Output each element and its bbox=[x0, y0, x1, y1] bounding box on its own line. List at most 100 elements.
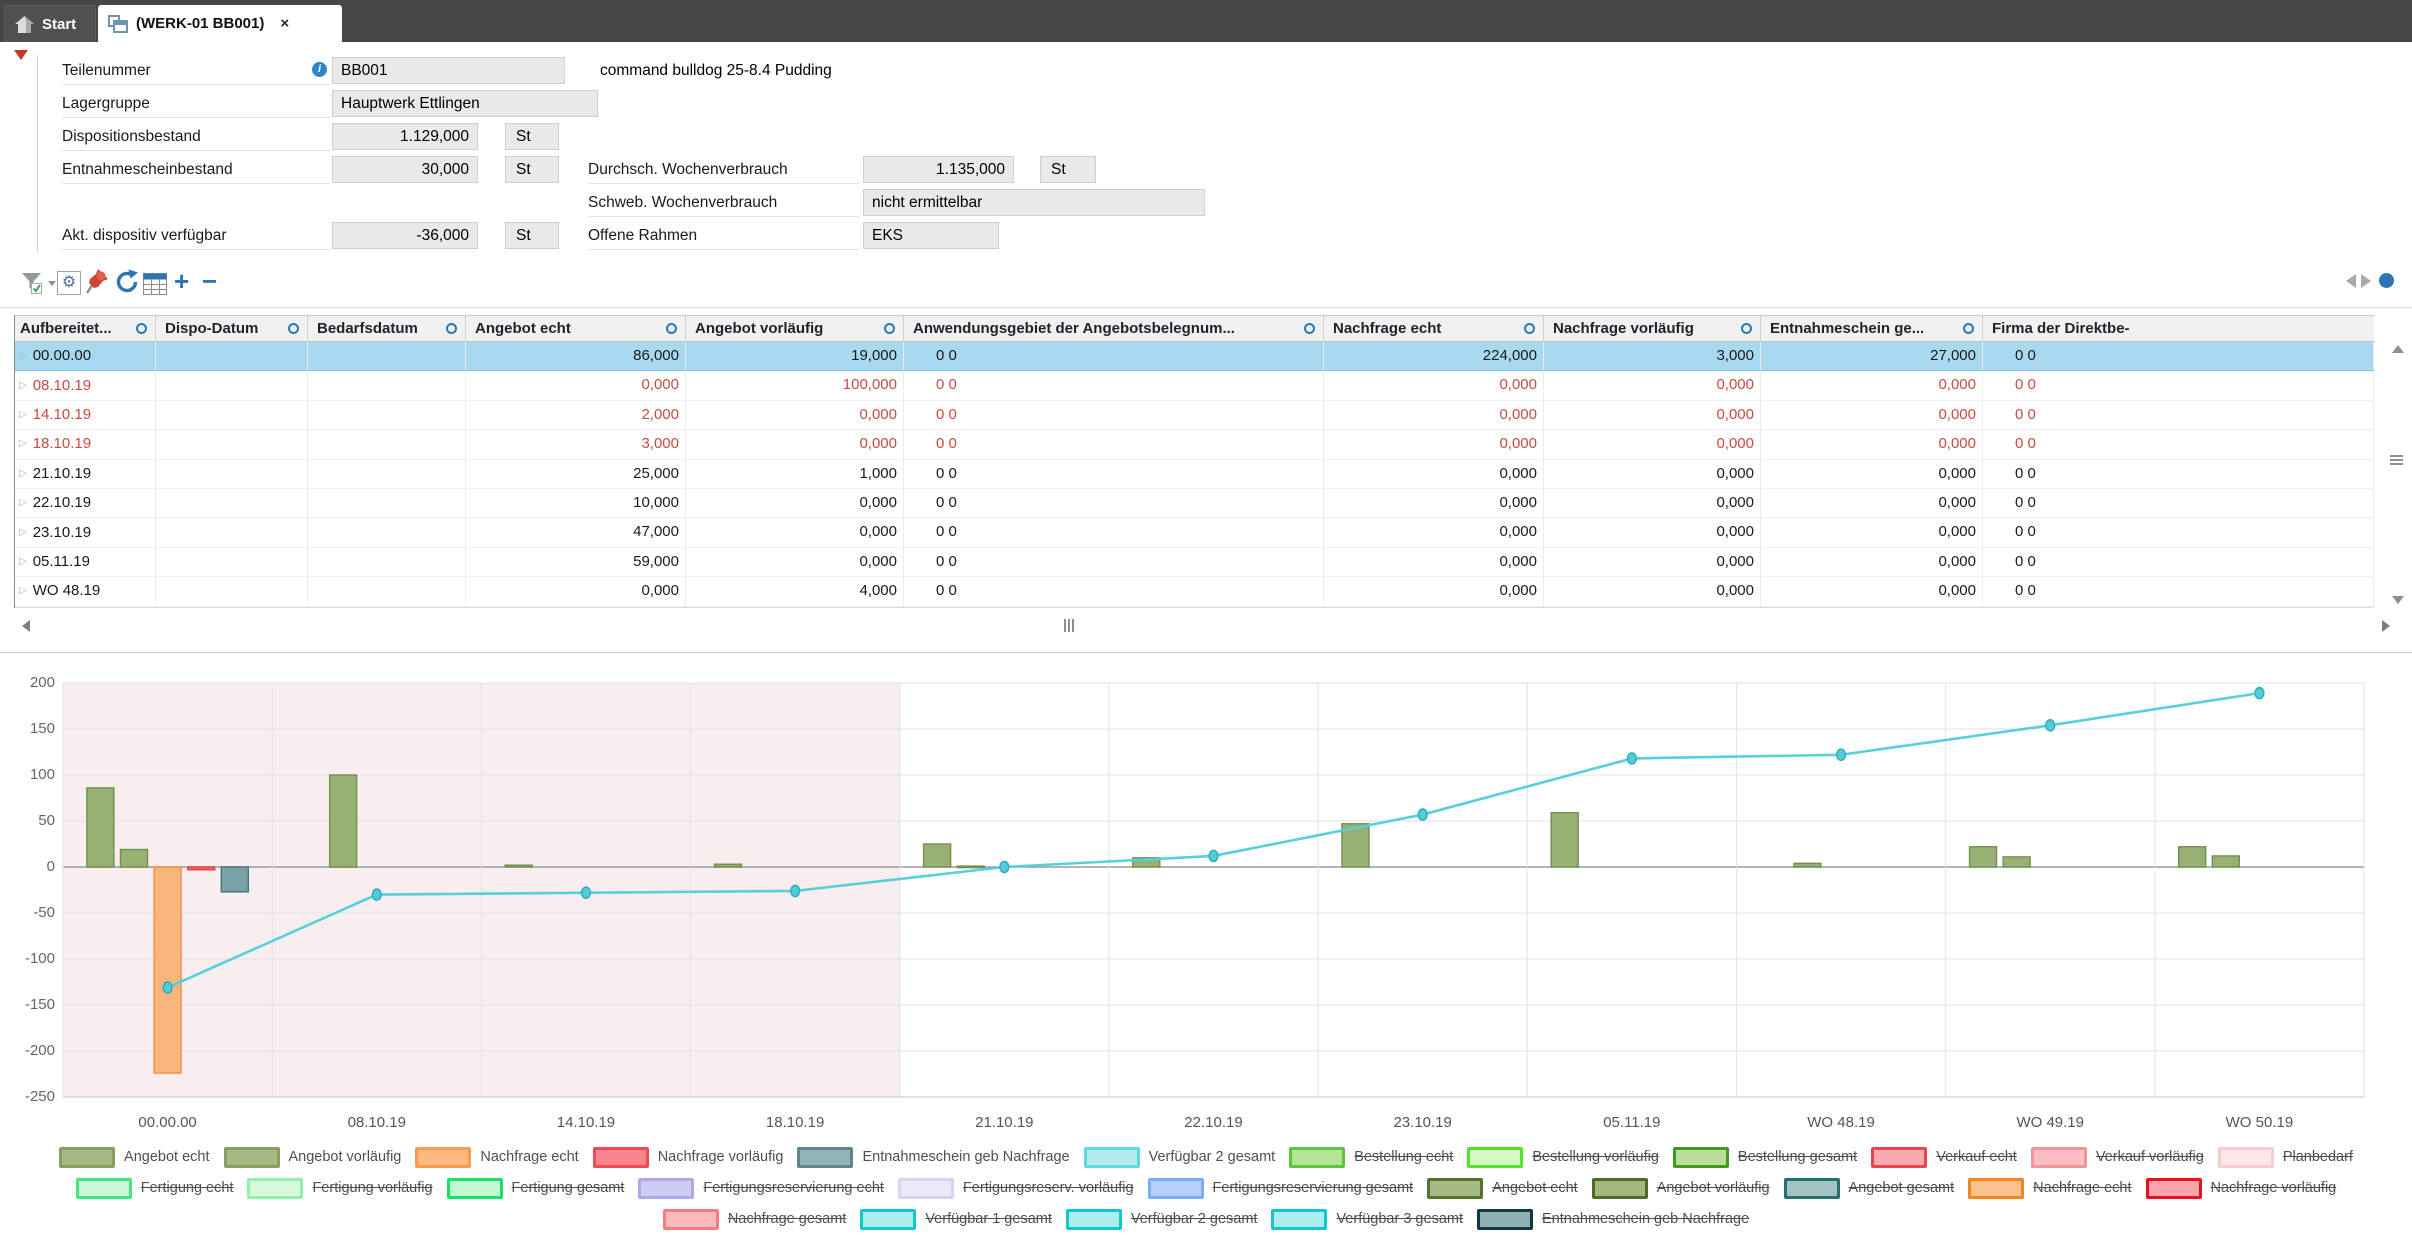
legend-item-fertigungsreservierung-echt[interactable]: Fertigungsreservierung echt bbox=[638, 1178, 884, 1199]
legend-item-entnahmeschein-geb-nachfrage[interactable]: Entnahmeschein geb Nachfrage bbox=[797, 1147, 1069, 1168]
column-header-firma-der-direktbe[interactable]: Firma der Direktbe- bbox=[1983, 316, 2374, 341]
pager-dot-icon[interactable] bbox=[2379, 273, 2394, 288]
pager-right-icon[interactable] bbox=[2361, 274, 2371, 288]
panel-splitter[interactable] bbox=[0, 652, 2412, 663]
column-filter-icon[interactable] bbox=[446, 323, 457, 334]
add-row-button[interactable]: + bbox=[174, 268, 189, 294]
table-row[interactable]: ▷18.10.193,0000,0000 00,0000,0000,0000 0 bbox=[15, 430, 2374, 459]
filter-button[interactable] bbox=[20, 270, 56, 296]
vertical-scrollbar-grip[interactable] bbox=[2390, 455, 2403, 465]
column-header-angebot-echt[interactable]: Angebot echt bbox=[466, 316, 686, 341]
row-expander-icon[interactable]: ▷ bbox=[19, 548, 27, 576]
lagergruppe-input[interactable]: Hauptwerk Ettlingen bbox=[332, 90, 598, 117]
pager-left-icon[interactable] bbox=[2346, 274, 2356, 288]
line-point[interactable] bbox=[1418, 809, 1427, 820]
table-row[interactable]: ▷21.10.1925,0001,0000 00,0000,0000,0000 … bbox=[15, 460, 2374, 489]
legend-item-angebot-echt[interactable]: Angebot echt bbox=[59, 1147, 209, 1168]
legend-item-nachfrage-vorlaeufig[interactable]: Nachfrage vorläufig bbox=[2146, 1178, 2337, 1199]
bar-angebot-echt[interactable] bbox=[2179, 847, 2206, 867]
legend-item-verfuegbar-1-gesamt[interactable]: Verfügbar 1 gesamt bbox=[860, 1209, 1052, 1230]
table-row[interactable]: ▷00.00.0086,00019,0000 0224,0003,00027,0… bbox=[15, 342, 2374, 371]
table-row[interactable]: ▷23.10.1947,0000,0000 00,0000,0000,0000 … bbox=[15, 518, 2374, 547]
table-row[interactable]: ▷22.10.1910,0000,0000 00,0000,0000,0000 … bbox=[15, 489, 2374, 518]
table-row[interactable]: ▷14.10.192,0000,0000 00,0000,0000,0000 0 bbox=[15, 401, 2374, 430]
legend-item-verkauf-echt[interactable]: Verkauf echt bbox=[1871, 1147, 2017, 1168]
settings-button[interactable]: ⚙ bbox=[57, 271, 81, 295]
table-row[interactable]: ▷WO 48.190,0004,0000 00,0000,0000,0000 0 bbox=[15, 577, 2374, 606]
offene-rahmen-input[interactable]: EKS bbox=[863, 222, 999, 249]
bar-angebot-echt[interactable] bbox=[87, 788, 114, 867]
column-filter-icon[interactable] bbox=[1963, 323, 1974, 334]
remove-row-button[interactable]: − bbox=[202, 268, 217, 294]
row-expander-icon[interactable]: ▷ bbox=[19, 489, 27, 517]
legend-item-fertigungsreserv-vorlaeufig[interactable]: Fertigungsreserv. vorläufig bbox=[898, 1178, 1134, 1199]
column-filter-icon[interactable] bbox=[884, 323, 895, 334]
column-filter-icon[interactable] bbox=[666, 323, 677, 334]
bar-angebot-vorlaeufig[interactable] bbox=[330, 775, 357, 867]
refresh-button[interactable] bbox=[114, 269, 140, 295]
table-view-button[interactable] bbox=[143, 271, 167, 297]
legend-item-angebot-gesamt[interactable]: Angebot gesamt bbox=[1784, 1178, 1955, 1199]
legend-item-angebot-vorlaeufig[interactable]: Angebot vorläufig bbox=[224, 1147, 402, 1168]
line-point[interactable] bbox=[1627, 753, 1636, 764]
column-filter-icon[interactable] bbox=[1741, 323, 1752, 334]
legend-item-verkauf-vorlaeufig[interactable]: Verkauf vorläufig bbox=[2031, 1147, 2204, 1168]
row-expander-icon[interactable]: ▷ bbox=[19, 519, 27, 547]
column-header-anwendungsgebiet-der-angebotsbelegnum[interactable]: Anwendungsgebiet der Angebotsbelegnum... bbox=[904, 316, 1324, 341]
bar-angebot-echt[interactable] bbox=[1970, 847, 1997, 867]
line-point[interactable] bbox=[2255, 688, 2264, 699]
legend-item-nachfrage-echt[interactable]: Nachfrage echt bbox=[415, 1147, 578, 1168]
bar-nachfrage-vorlaeufig[interactable] bbox=[188, 867, 215, 870]
column-header-nachfrage-echt[interactable]: Nachfrage echt bbox=[1324, 316, 1544, 341]
legend-item-bestellung-vorlaeufig[interactable]: Bestellung vorläufig bbox=[1467, 1147, 1659, 1168]
collapse-marker-icon[interactable] bbox=[14, 50, 28, 60]
legend-item-nachfrage-gesamt[interactable]: Nachfrage gesamt bbox=[663, 1209, 846, 1230]
bar-angebot-echt[interactable] bbox=[505, 865, 532, 867]
teilenummer-input[interactable]: BB001 bbox=[332, 57, 565, 84]
legend-item-angebot-vorlaeufig[interactable]: Angebot vorläufig bbox=[1592, 1178, 1770, 1199]
line-point[interactable] bbox=[372, 889, 381, 900]
scroll-right-icon[interactable] bbox=[2382, 620, 2390, 632]
bar-entnahmeschein-geb-nachfrage[interactable] bbox=[221, 867, 248, 892]
tab-start[interactable]: Start bbox=[4, 5, 96, 42]
bar-angebot-echt[interactable] bbox=[1551, 813, 1578, 867]
row-expander-icon[interactable]: ▷ bbox=[19, 372, 27, 400]
legend-item-verfuegbar-2-gesamt[interactable]: Verfügbar 2 gesamt bbox=[1066, 1209, 1258, 1230]
legend-item-bestellung-gesamt[interactable]: Bestellung gesamt bbox=[1673, 1147, 1857, 1168]
row-expander-icon[interactable]: ▷ bbox=[19, 577, 27, 605]
line-point[interactable] bbox=[1837, 749, 1846, 760]
horizontal-scrollbar-grip[interactable] bbox=[1064, 619, 1074, 632]
bar-angebot-vorlaeufig[interactable] bbox=[120, 850, 147, 867]
bar-angebot-vorlaeufig[interactable] bbox=[1794, 863, 1821, 867]
column-header-dispo-datum[interactable]: Dispo-Datum bbox=[156, 316, 308, 341]
scroll-down-icon[interactable] bbox=[2392, 596, 2404, 604]
info-icon[interactable]: i bbox=[312, 62, 327, 77]
row-expander-icon[interactable]: ▷ bbox=[19, 460, 27, 488]
line-point[interactable] bbox=[582, 887, 591, 898]
line-point[interactable] bbox=[2046, 720, 2055, 731]
column-filter-icon[interactable] bbox=[1304, 323, 1315, 334]
legend-item-fertigung-echt[interactable]: Fertigung echt bbox=[76, 1178, 234, 1199]
bar-angebot-vorlaeufig[interactable] bbox=[2003, 857, 2030, 867]
scroll-up-icon[interactable] bbox=[2392, 345, 2404, 353]
column-filter-icon[interactable] bbox=[288, 323, 299, 334]
line-point[interactable] bbox=[163, 982, 172, 993]
durchsch-wochenverbrauch-input[interactable]: 1.135,000 bbox=[863, 156, 1014, 183]
line-point[interactable] bbox=[791, 885, 800, 896]
column-header-entnahmeschein-ge[interactable]: Entnahmeschein ge... bbox=[1761, 316, 1983, 341]
scroll-left-icon[interactable] bbox=[22, 620, 30, 632]
row-expander-icon[interactable]: ▷ bbox=[19, 401, 27, 429]
legend-item-entnahmeschein-geb-nachfrage[interactable]: Entnahmeschein geb Nachfrage bbox=[1477, 1209, 1749, 1230]
dispositionsbestand-input[interactable]: 1.129,000 bbox=[332, 123, 478, 150]
column-header-angebot-vorlaeufig[interactable]: Angebot vorläufig bbox=[686, 316, 904, 341]
column-header-nachfrage-vorlaeufig[interactable]: Nachfrage vorläufig bbox=[1544, 316, 1761, 341]
column-header-bedarfsdatum[interactable]: Bedarfsdatum bbox=[308, 316, 466, 341]
entnahmescheinbestand-input[interactable]: 30,000 bbox=[332, 156, 478, 183]
legend-item-bestellung-echt[interactable]: Bestellung echt bbox=[1289, 1147, 1453, 1168]
schweb-wochenverbrauch-input[interactable]: nicht ermittelbar bbox=[863, 189, 1205, 216]
row-expander-icon[interactable]: ▷ bbox=[19, 342, 27, 370]
column-header-aufbereitet[interactable]: Aufbereitet... bbox=[15, 316, 156, 341]
akt-dispositiv-input[interactable]: -36,000 bbox=[332, 222, 478, 249]
legend-item-nachfrage-echt[interactable]: Nachfrage echt bbox=[1968, 1178, 2131, 1199]
legend-item-angebot-echt[interactable]: Angebot echt bbox=[1427, 1178, 1577, 1199]
